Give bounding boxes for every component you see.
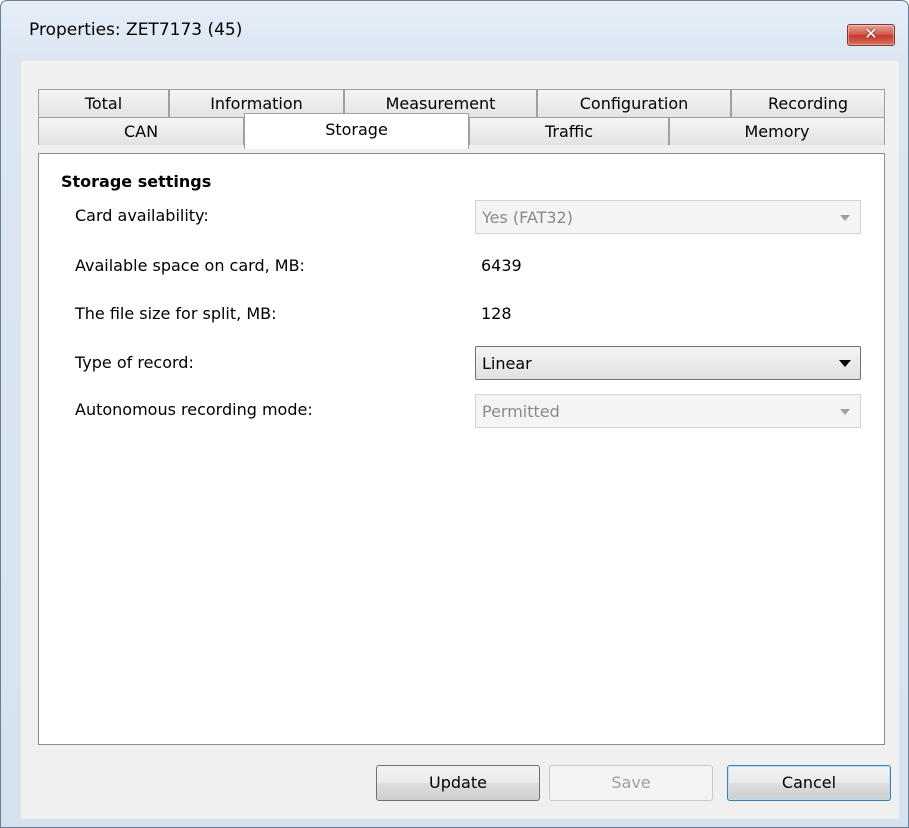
chevron-down-icon — [840, 215, 850, 221]
record-type-select[interactable]: Linear — [475, 346, 861, 380]
dialog-client-area: Total Information Measurement Configurat… — [21, 61, 899, 819]
split-size-value: 128 — [481, 304, 512, 323]
tab-recording[interactable]: Recording — [731, 89, 885, 117]
window-title: Properties: ZET7173 (45) — [29, 20, 243, 40]
tab-memory[interactable]: Memory — [669, 117, 885, 145]
available-space-label: Available space on card, MB: — [75, 256, 305, 275]
storage-panel: Storage settings Card availability: Yes … — [38, 153, 885, 745]
autonomous-mode-value: Permitted — [482, 402, 560, 421]
update-button[interactable]: Update — [376, 765, 540, 801]
tab-traffic[interactable]: Traffic — [469, 117, 669, 145]
autonomous-mode-label: Autonomous recording mode: — [75, 400, 313, 419]
tab-storage[interactable]: Storage — [244, 113, 469, 149]
storage-heading: Storage settings — [61, 172, 212, 191]
record-type-value: Linear — [482, 354, 532, 373]
card-availability-select: Yes (FAT32) — [475, 200, 861, 234]
tab-can[interactable]: CAN — [38, 117, 244, 145]
cancel-button[interactable]: Cancel — [727, 765, 891, 801]
chevron-down-icon — [839, 360, 851, 367]
close-icon: ✕ — [864, 24, 878, 43]
record-type-label: Type of record: — [75, 353, 194, 372]
title-bar: Properties: ZET7173 (45) ✕ — [1, 1, 908, 61]
close-button[interactable]: ✕ — [847, 24, 895, 46]
split-size-label: The file size for split, MB: — [75, 304, 277, 323]
card-availability-label: Card availability: — [75, 206, 209, 225]
save-button: Save — [549, 765, 713, 801]
available-space-value: 6439 — [481, 256, 522, 275]
card-availability-value: Yes (FAT32) — [482, 208, 573, 227]
tab-total[interactable]: Total — [38, 89, 169, 117]
chevron-down-icon — [840, 409, 850, 415]
autonomous-mode-select: Permitted — [475, 394, 861, 428]
tab-configuration[interactable]: Configuration — [537, 89, 731, 117]
properties-window: Properties: ZET7173 (45) ✕ Total Informa… — [0, 0, 909, 828]
